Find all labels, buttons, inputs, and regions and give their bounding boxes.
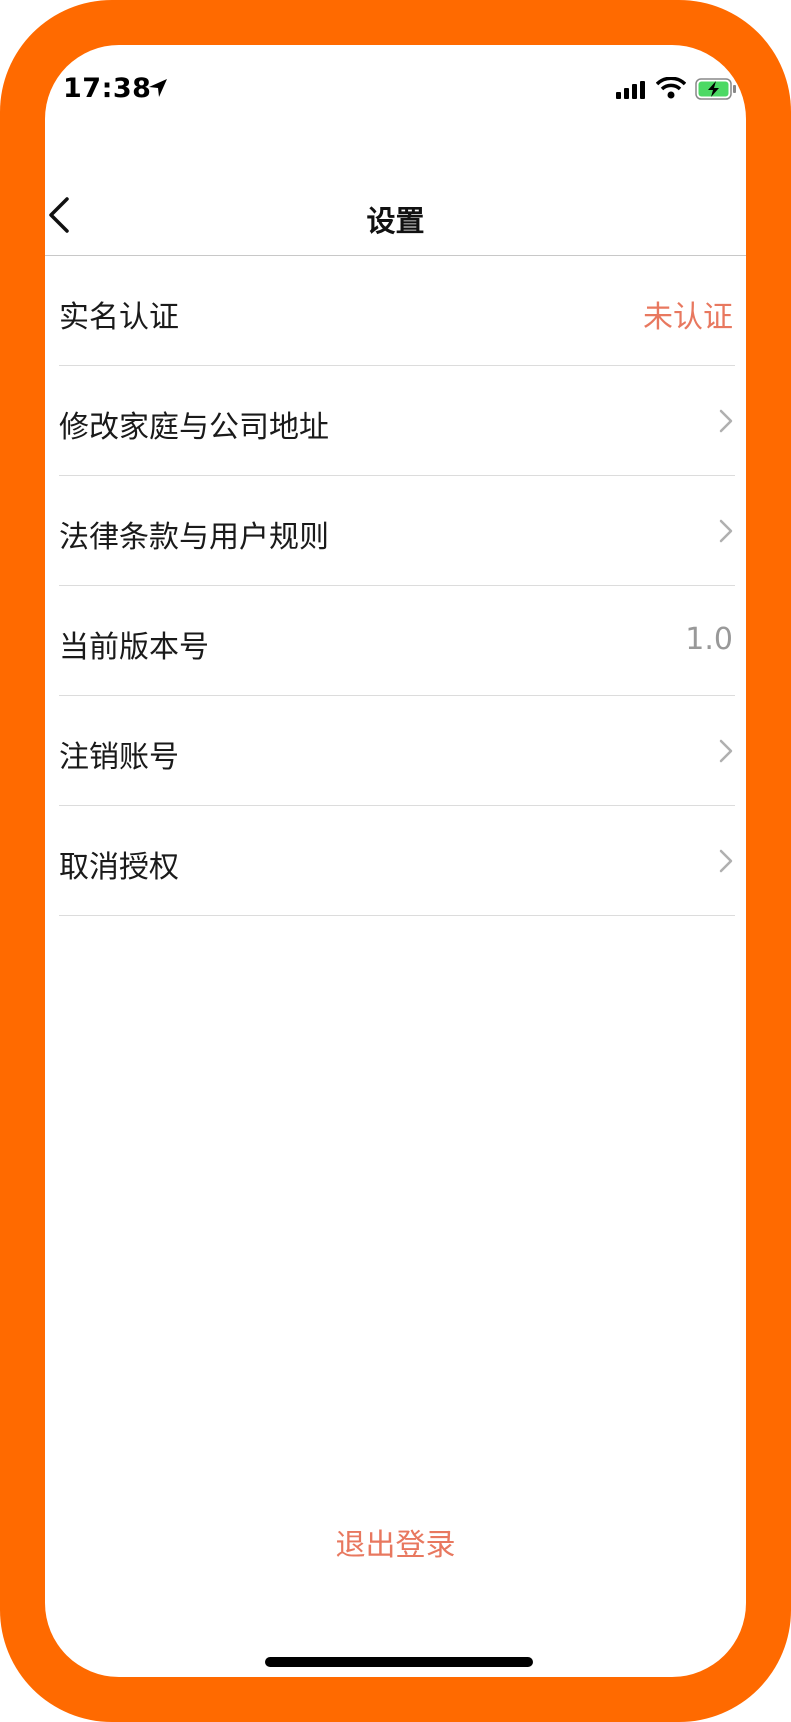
location-arrow-icon: [149, 79, 167, 97]
settings-item-delete-account[interactable]: 注销账号: [59, 696, 735, 806]
version-value: 1.0: [685, 622, 733, 657]
navigation-bar: 设置: [45, 155, 746, 256]
chevron-right-icon: [719, 739, 733, 763]
settings-item-label: 修改家庭与公司地址: [59, 410, 329, 445]
status-time: 17:38: [63, 73, 152, 104]
wifi-icon: [656, 77, 686, 99]
settings-list: 实名认证 未认证 修改家庭与公司地址 法律条款与用户规则 当前版本号 1.0 注…: [59, 256, 735, 916]
settings-item-version: 当前版本号 1.0: [59, 586, 735, 696]
settings-item-label: 取消授权: [59, 850, 179, 885]
device-frame: 17:38 设置 实名认证 未认证 修改家庭与公司地址 法律条款与用户规则 当前…: [0, 0, 791, 1722]
signal-icon: [616, 81, 645, 99]
settings-item-label: 当前版本号: [59, 630, 209, 665]
screen: 17:38 设置 实名认证 未认证 修改家庭与公司地址 法律条款与用户规则 当前…: [45, 45, 746, 1677]
chevron-right-icon: [719, 519, 733, 543]
settings-item-legal-terms[interactable]: 法律条款与用户规则: [59, 476, 735, 586]
settings-item-real-name-auth[interactable]: 实名认证 未认证: [59, 256, 735, 366]
auth-status-value: 未认证: [643, 300, 733, 335]
chevron-right-icon: [719, 409, 733, 433]
home-indicator: [265, 1657, 533, 1667]
battery-charging-icon: [695, 78, 736, 100]
chevron-right-icon: [719, 849, 733, 873]
logout-button[interactable]: 退出登录: [45, 1520, 746, 1564]
settings-item-label: 注销账号: [59, 740, 179, 775]
settings-item-label: 实名认证: [59, 300, 179, 335]
page-title: 设置: [366, 204, 425, 238]
settings-item-label: 法律条款与用户规则: [59, 520, 329, 555]
settings-item-edit-address[interactable]: 修改家庭与公司地址: [59, 366, 735, 476]
settings-item-revoke-authorization[interactable]: 取消授权: [59, 806, 735, 916]
